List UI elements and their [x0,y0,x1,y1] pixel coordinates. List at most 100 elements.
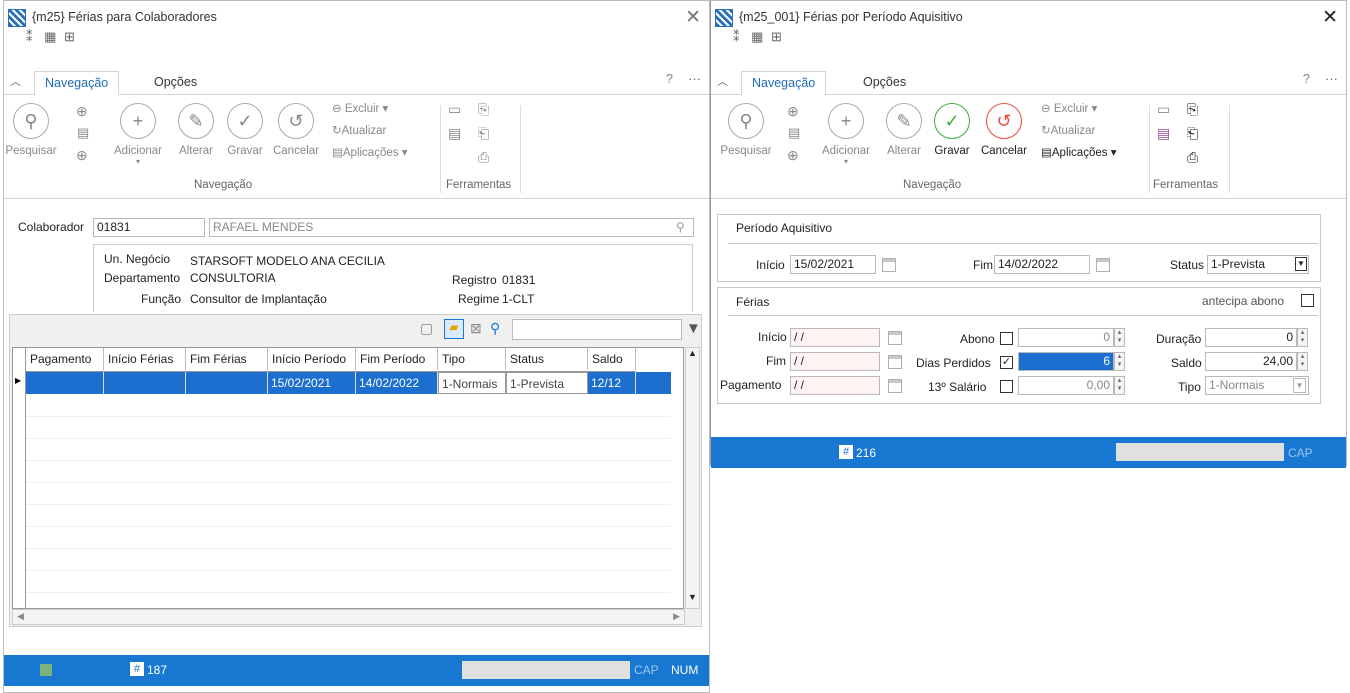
periodo-fim-field[interactable]: 14/02/2022 [994,255,1090,274]
copy-icon[interactable]: ⎘ [478,101,489,118]
collapse-ribbon-icon[interactable]: ︿ [10,73,21,89]
filter-input[interactable] [512,319,682,340]
tab-navegacao[interactable]: Navegação [741,71,827,96]
copy-icon[interactable]: ⎘ [1187,101,1198,118]
list-icon[interactable]: ▤ [1157,125,1170,142]
calendar-icon[interactable] [888,355,902,369]
new-record-icon[interactable]: ▢ [420,320,433,337]
table-cell[interactable]: 15/02/2021 [268,372,356,394]
pagamento-field[interactable]: / / [790,376,880,395]
colaborador-name-field[interactable]: RAFAEL MENDES [209,218,694,237]
cancelar-button[interactable]: ↺ Cancelar [270,103,322,157]
collapse-icon[interactable]: ⁑ [733,29,740,44]
column-header[interactable]: Tipo [438,348,506,370]
more-icon[interactable]: ··· [688,71,701,86]
colaborador-code-field[interactable]: 01831 [93,218,205,237]
calendar-icon[interactable]: ▦ [751,29,763,44]
gravar-button[interactable]: ✓ Gravar [929,103,975,157]
calendar-icon[interactable] [888,379,902,393]
table-cell[interactable]: 1-Prevista [506,372,588,394]
more-icon[interactable]: ··· [1325,71,1338,86]
up-arrow-icon[interactable]: ⊕ [76,147,88,164]
close-icon[interactable]: ✕ [685,6,701,29]
atualizar-button[interactable]: ↻Atualizar [332,123,386,137]
scroll-right-icon[interactable]: ▶ [673,611,680,622]
down-arrow-icon[interactable]: ⊕ [76,103,88,120]
periodo-inicio-field[interactable]: 15/02/2021 [790,255,876,274]
pesquisar-button[interactable]: ⚲ Pesquisar [2,103,60,157]
chevron-down-icon[interactable]: ▼ [1295,257,1307,271]
salario13-checkbox[interactable] [1000,380,1013,393]
aplicacoes-button[interactable]: ▤Aplicações ▾ [332,145,407,159]
column-header[interactable]: Início Férias [104,348,186,370]
table-cell[interactable]: 1-Normais [438,372,506,394]
dias-perdidos-field[interactable]: 6 [1018,352,1114,371]
chevron-down-icon[interactable]: ▼ [1293,378,1306,393]
salario13-spinner[interactable]: ▴ ▾ [1114,376,1125,395]
comment-icon[interactable]: ▭ [448,101,461,118]
table-cell[interactable] [104,372,186,394]
aplicacoes-button[interactable]: ▤Aplicações ▾ [1041,145,1116,159]
vertical-scrollbar[interactable]: ▲ ▼ [685,347,700,609]
tab-opcoes[interactable]: Opções [144,71,207,96]
column-header[interactable]: Saldo [588,348,636,370]
salario13-field[interactable]: 0,00 [1018,376,1114,395]
tab-navegacao[interactable]: Navegação [34,71,120,96]
abono-checkbox[interactable] [1000,332,1013,345]
close-icon[interactable]: ✕ [1322,6,1338,29]
dias-perdidos-spinner[interactable]: ▴ ▾ [1114,352,1125,371]
collapse-ribbon-icon[interactable]: ︿ [717,73,728,89]
table-cell[interactable]: 12/12 [588,372,636,394]
scroll-down-icon[interactable]: ▼ [686,592,699,602]
help-icon[interactable]: ? [666,71,673,86]
status-select[interactable]: 1-Prevista [1207,255,1309,274]
excluir-button[interactable]: ⊖ Excluir ▾ [1041,101,1097,115]
calendar-icon[interactable] [888,331,902,345]
column-header[interactable]: Fim Férias [186,348,268,370]
gravar-button[interactable]: ✓ Gravar [222,103,268,157]
adicionar-button[interactable]: + Adicionar ▾ [815,103,877,166]
print-icon[interactable]: ⎙ [1187,149,1198,166]
record-icon[interactable]: ▤ [788,125,800,141]
alterar-button[interactable]: ✎ Alterar [881,103,927,157]
calendar-icon[interactable]: ▦ [44,29,56,44]
pesquisar-button[interactable]: ⚲ Pesquisar [717,103,775,157]
ferias-fim-field[interactable]: / / [790,352,880,371]
duracao-spinner[interactable]: ▴ ▾ [1297,328,1308,347]
calendar-icon[interactable] [1096,258,1110,272]
abono-field[interactable]: 0 [1018,328,1114,347]
dias-perdidos-checkbox[interactable]: ✓ [1000,356,1013,369]
record-icon[interactable]: ▤ [77,125,89,141]
search-icon[interactable]: ⚲ [676,220,685,234]
list-icon[interactable]: ▤ [448,125,461,142]
ferias-inicio-field[interactable]: / / [790,328,880,347]
paste-icon[interactable]: ⎗ [478,125,489,142]
table-cell[interactable] [26,372,104,394]
folder-icon[interactable]: ▰ [444,319,464,339]
column-header[interactable]: Fim Período [356,348,438,370]
filter-icon[interactable]: ▼ [686,320,701,337]
tab-opcoes[interactable]: Opções [853,71,916,96]
help-icon[interactable]: ? [1303,71,1310,86]
abono-spinner[interactable]: ▴ ▾ [1114,328,1125,347]
excluir-button[interactable]: ⊖ Excluir ▾ [332,101,388,115]
table-row[interactable]: 15/02/2021 14/02/2022 1-Normais 1-Prevista 1… [26,372,671,394]
table-cell[interactable]: 14/02/2022 [356,372,438,394]
table-cell[interactable] [186,372,268,394]
print-icon[interactable]: ⎙ [478,149,489,166]
up-arrow-icon[interactable]: ⊕ [787,147,799,164]
column-header[interactable]: Status [506,348,588,370]
column-header[interactable]: Pagamento [26,348,104,370]
collapse-icon[interactable]: ⁑ [26,29,33,44]
duracao-field[interactable]: 0 [1205,328,1297,347]
atualizar-button[interactable]: ↻Atualizar [1041,123,1095,137]
paste-icon[interactable]: ⎗ [1187,125,1198,142]
find-icon[interactable]: ⚲ [490,320,500,337]
scroll-up-icon[interactable]: ▲ [686,348,699,358]
saldo-spinner[interactable]: ▴ ▾ [1297,352,1308,371]
calendar-icon[interactable] [882,258,896,272]
grid-icon[interactable]: ⊞ [771,29,782,44]
cancelar-button[interactable]: ↺ Cancelar [977,103,1031,157]
horizontal-scrollbar[interactable]: ◀ ▶ [12,609,685,625]
scroll-left-icon[interactable]: ◀ [17,611,24,622]
